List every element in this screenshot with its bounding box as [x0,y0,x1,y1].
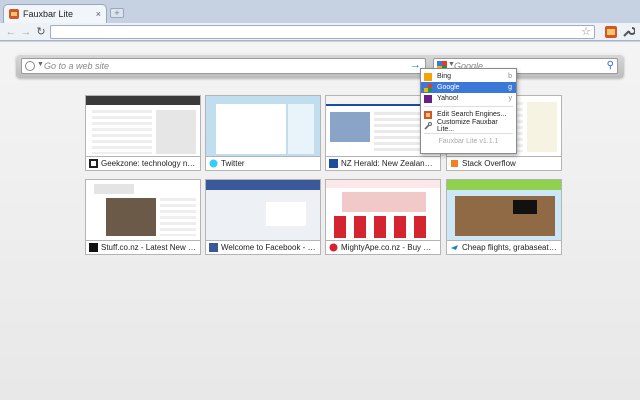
menu-item-yahoo[interactable]: Yahoo! y [421,93,516,104]
menu-divider [424,133,513,134]
tab-title: Fauxbar Lite [23,9,74,19]
browser-toolbar: ← → ↻ ☆ [0,23,640,41]
address-bar[interactable]: ☆ [50,25,595,39]
fauxbar-logo-icon [9,9,19,19]
menu-item-shortcut: b [508,73,512,80]
twitter-icon [209,159,218,168]
menu-item-shortcut: g [508,84,512,91]
back-button[interactable]: ← [4,25,18,39]
tile-label: Stuff.co.nz - Latest New Zealan... [101,243,197,252]
menu-divider [424,106,513,107]
yahoo-icon [424,94,432,103]
tile-label: MightyApe.co.nz - Buy Games,... [341,243,437,252]
fauxbar-extension-icon[interactable] [604,25,618,39]
fauxbar: ▼ Go to a web site → ▼ Google ⚲ [16,54,624,78]
wrench-icon [424,121,432,130]
address-placeholder: Go to a web site [44,61,110,71]
bing-icon [424,72,432,81]
stackoverflow-icon [451,160,458,167]
menu-item-bing[interactable]: Bing b [421,71,516,82]
menu-item-shortcut: y [508,95,513,102]
fauxbar-page: ▼ Go to a web site → ▼ Google ⚲ Geekzone… [0,42,640,400]
tile-screenshot [205,179,321,241]
tile-screenshot [205,95,321,157]
version-label: Fauxbar Lite v1.1.1 [438,138,499,145]
google-icon [424,83,432,92]
forward-button[interactable]: → [19,25,33,39]
tile-label: Cheap flights, grabaseat - ho... [462,243,558,252]
tile-screenshot [446,179,562,241]
tile-twitter[interactable]: Twitter [205,95,321,171]
tab-close-button[interactable]: × [96,9,101,19]
tile-screenshot [325,179,441,241]
nzherald-icon [329,159,338,168]
search-icon[interactable]: ⚲ [607,60,614,71]
geekzone-icon [89,159,98,168]
reload-button[interactable]: ↻ [34,25,48,39]
facebook-icon [209,243,218,252]
tile-screenshot [85,179,201,241]
chevron-down-icon[interactable]: ▼ [37,61,44,68]
tab-strip: Fauxbar Lite × + [0,0,640,23]
tile-geekzone[interactable]: Geekzone: technology news, bl... [85,95,201,171]
menu-item-label: Edit Search Engines... [437,111,507,118]
mightyape-icon [329,243,338,252]
menu-item-google[interactable]: Google g [421,82,516,93]
tab-fauxbar-lite[interactable]: Fauxbar Lite × [3,4,107,23]
tile-label: Stack Overflow [462,159,516,168]
tile-screenshot [85,95,201,157]
new-tab-button[interactable]: + [110,8,124,18]
menu-item-label: Bing [437,73,452,80]
menu-item-label: Customize Fauxbar Lite... [437,118,498,133]
globe-icon [25,61,35,71]
tile-label: Welcome to Facebook - Log In... [221,243,317,252]
tile-label: NZ Herald: New Zealand's Late... [341,159,437,168]
menu-item-customize[interactable]: Customize Fauxbar Lite... [421,118,516,133]
wrench-menu-icon[interactable] [621,25,635,39]
tile-mightyape[interactable]: MightyApe.co.nz - Buy Games,... [325,179,441,255]
tile-label: Geekzone: technology news, bl... [101,159,197,168]
search-engine-menu: Bing b Google g Yahoo! y Edit Search Eng… [420,68,517,154]
menu-item-label: Google [437,84,460,91]
stuff-icon [89,243,98,252]
tile-stuff[interactable]: Stuff.co.nz - Latest New Zealan... [85,179,201,255]
tile-label: Twitter [221,159,245,168]
address-input[interactable]: ▼ Go to a web site → [21,58,426,74]
tile-grabaseat[interactable]: Cheap flights, grabaseat - ho... [446,179,562,255]
tile-facebook[interactable]: Welcome to Facebook - Log In... [205,179,321,255]
menu-item-label: Yahoo! [437,95,459,102]
grabaseat-icon [451,245,458,250]
engines-icon [424,110,432,119]
bookmark-star-icon[interactable]: ☆ [581,25,591,38]
